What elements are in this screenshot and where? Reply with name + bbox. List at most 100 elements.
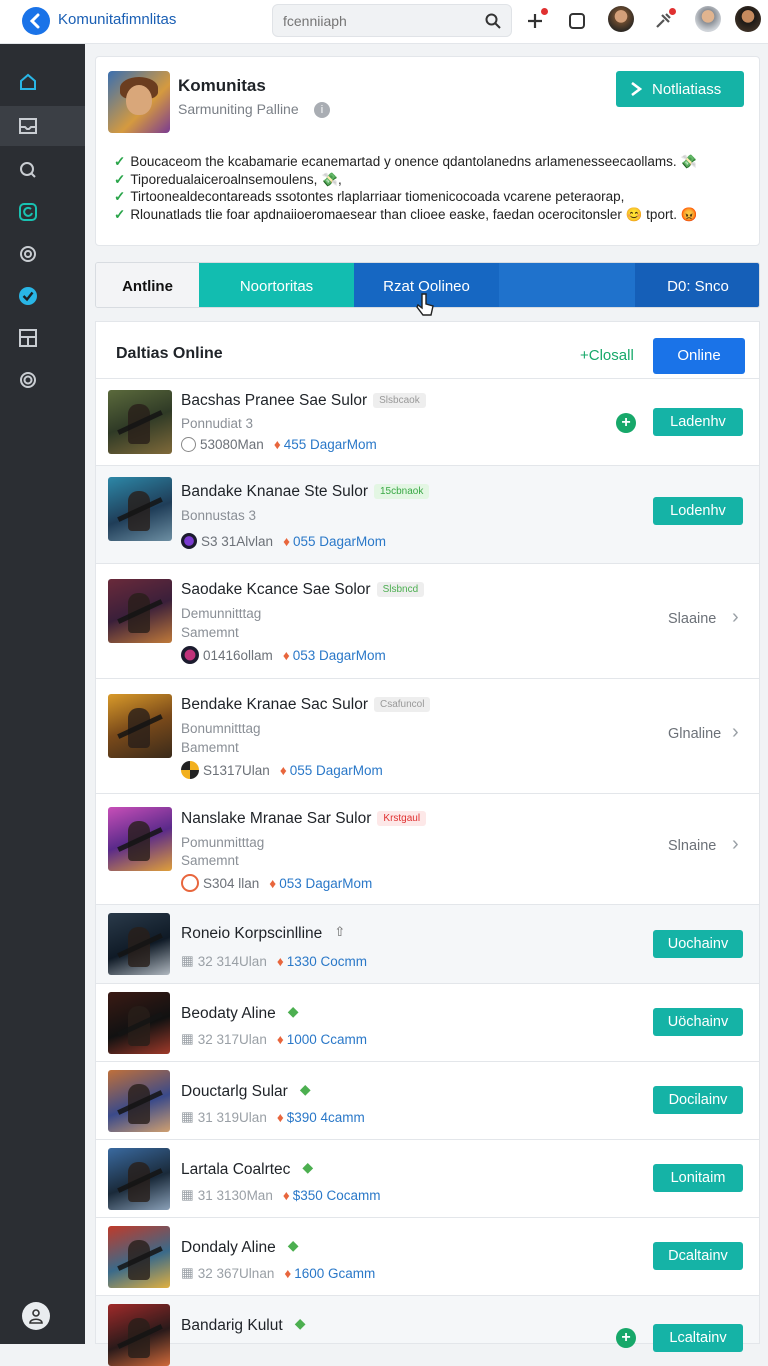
close-all-link[interactable]: +Closall bbox=[580, 347, 634, 364]
list-item[interactable]: Bandarig Kulut ◆ + Lcaltainv bbox=[95, 1295, 760, 1366]
sidebar-item-verified[interactable] bbox=[0, 276, 85, 316]
window-icon[interactable] bbox=[564, 8, 590, 34]
add-button[interactable]: + bbox=[616, 413, 636, 433]
sidebar-item-search[interactable] bbox=[0, 150, 85, 190]
tab-noortoritas[interactable]: Noortoritas bbox=[199, 263, 354, 307]
game-thumbnail bbox=[108, 913, 170, 975]
sidebar-item-home[interactable] bbox=[0, 62, 85, 102]
community-header-card: Komunitas Sarmuniting Palline i Notliati… bbox=[95, 56, 760, 246]
check-icon: ✓ bbox=[114, 189, 126, 204]
chevron-right-icon[interactable]: › bbox=[732, 606, 739, 629]
avatar[interactable] bbox=[735, 6, 761, 32]
add-icon[interactable] bbox=[522, 8, 548, 34]
item-title: Beodaty Aline bbox=[181, 1005, 276, 1022]
item-subtitle: Bonnustas 3 bbox=[181, 508, 257, 523]
back-logo-icon[interactable] bbox=[22, 7, 50, 35]
sidebar-item-grid[interactable] bbox=[0, 318, 85, 358]
item-badge: Csafuncol bbox=[373, 697, 431, 712]
fire-icon: ♦ bbox=[276, 1109, 284, 1125]
item-action-link[interactable]: Slaaine bbox=[668, 611, 716, 627]
tab-do-snco[interactable]: D0: Snco bbox=[635, 263, 759, 307]
item-action-button[interactable]: Lodenhv bbox=[653, 497, 743, 525]
fire-icon: ♦ bbox=[282, 647, 290, 663]
list-item[interactable]: Dondaly Aline ◆ ▦ 32 367Ulnan ♦ 1600 Gcamm D… bbox=[95, 1217, 760, 1296]
feature-item: ✓ Tiporedualaiceroalnsemoulens, 💸, bbox=[114, 171, 342, 187]
sidebar-item-refresh[interactable] bbox=[0, 192, 85, 232]
info-icon[interactable]: i bbox=[314, 102, 330, 118]
add-button[interactable]: + bbox=[616, 1328, 636, 1348]
building-icon: ▦ bbox=[181, 953, 194, 968]
refresh-icon bbox=[19, 203, 37, 221]
top-bar: Komunitafimnlitas bbox=[0, 0, 768, 44]
check-icon: ✓ bbox=[114, 154, 126, 169]
profile-button[interactable] bbox=[22, 1302, 50, 1330]
item-subtitle: Bonumnitttag bbox=[181, 721, 261, 736]
feature-list: ✓ Boucaceom the kcabamarie ecanemartad y … bbox=[114, 153, 714, 223]
item-action-button[interactable]: Dcaltainv bbox=[653, 1242, 743, 1270]
app-brand[interactable]: Komunitafimnlitas bbox=[58, 11, 176, 28]
item-action-button[interactable]: Lcaltainv bbox=[653, 1324, 743, 1352]
feature-item: ✓ Rlounatlads tlie foar apdnaiioeromaesea… bbox=[114, 206, 698, 222]
chevron-right-icon[interactable]: › bbox=[732, 833, 739, 856]
sidebar-item-settings[interactable] bbox=[0, 360, 85, 400]
game-thumbnail bbox=[108, 694, 172, 758]
tab-blank[interactable] bbox=[499, 263, 635, 307]
building-icon: ▦ bbox=[181, 1109, 194, 1124]
list-item[interactable]: Bacshas Pranee Sae Sulor Slsbcaok Ponnudi… bbox=[95, 378, 760, 466]
game-thumbnail bbox=[108, 579, 172, 643]
item-action-link[interactable]: Glnaline bbox=[668, 726, 721, 742]
search-box[interactable] bbox=[272, 4, 512, 37]
avatar-icon bbox=[181, 533, 197, 549]
game-thumbnail bbox=[108, 1148, 170, 1210]
notification-dot bbox=[541, 8, 548, 15]
target-icon bbox=[181, 874, 199, 892]
item-action-button[interactable]: Docilainv bbox=[653, 1086, 743, 1114]
item-title: Roneio Korpscinlline bbox=[181, 925, 323, 942]
item-action-button[interactable]: Ladenhv bbox=[653, 408, 743, 436]
sidebar-item-target[interactable] bbox=[0, 234, 85, 274]
search-input[interactable] bbox=[283, 12, 473, 30]
list-item[interactable]: Nanslake Mranae Sar Sulor Krstgaul Pomunm… bbox=[95, 793, 760, 905]
search-icon bbox=[20, 162, 36, 178]
fire-icon: ♦ bbox=[269, 875, 277, 891]
item-badge: Krstgaul bbox=[377, 811, 427, 826]
item-stat: 1000 Ccamm bbox=[286, 1031, 368, 1047]
check-icon: ✓ bbox=[114, 171, 126, 187]
avatar-icon bbox=[181, 646, 199, 664]
check-circle-icon bbox=[19, 287, 37, 305]
list-item[interactable]: Saodake Kcance Sae Solor Slsbncd Demunnit… bbox=[95, 563, 760, 679]
avatar[interactable] bbox=[695, 6, 721, 32]
building-icon: ▦ bbox=[181, 1265, 194, 1280]
item-title: Dondaly Aline bbox=[181, 1239, 276, 1256]
chevron-right-icon[interactable]: › bbox=[732, 721, 739, 744]
list-item[interactable]: Roneio Korpscinlline ⇧ ▦ 32 314Ulan ♦ 1330 C… bbox=[95, 904, 760, 984]
cursor-icon bbox=[416, 293, 434, 316]
list-header: Daltias Online +Closall Online bbox=[95, 321, 760, 379]
list-item[interactable]: Douctarlg Sular ◆ ▦ 31 319Ulan ♦ $390 4camm … bbox=[95, 1061, 760, 1140]
item-badge: Slsbcaok bbox=[373, 393, 426, 408]
fire-icon: ♦ bbox=[279, 762, 287, 778]
item-action-button[interactable]: Uochainv bbox=[653, 930, 743, 958]
sidebar-item-inbox[interactable] bbox=[0, 106, 85, 146]
avatar[interactable] bbox=[608, 6, 634, 32]
list-item[interactable]: Bendake Kranae Sac Sulor Csafuncol Bonumn… bbox=[95, 678, 760, 794]
list-item[interactable]: Lartala Coalrtec ◆ ▦ 31 3130Man ♦ $350 Cocam… bbox=[95, 1139, 760, 1218]
list-item[interactable]: Beodaty Aline ◆ ▦ 32 317Ulan ♦ 1000 Ccamm Uö… bbox=[95, 983, 760, 1062]
item-action-link[interactable]: Slnaine bbox=[668, 838, 716, 854]
list-item[interactable]: Bandake Knanae Ste Sulor 15cbnaok Bonnust… bbox=[95, 465, 760, 564]
game-thumbnail bbox=[108, 477, 172, 541]
item-action-button[interactable]: Lonitaim bbox=[653, 1164, 743, 1192]
item-badge: ⇧ bbox=[334, 924, 346, 939]
game-thumbnail bbox=[108, 390, 172, 454]
online-button[interactable]: Online bbox=[653, 338, 745, 374]
radiation-icon bbox=[181, 761, 199, 779]
search-icon[interactable] bbox=[485, 13, 501, 29]
item-action-button[interactable]: Uöchainv bbox=[653, 1008, 743, 1036]
tab-antline[interactable]: Antline bbox=[96, 263, 199, 307]
notifications-button[interactable]: Notliatiass bbox=[616, 71, 744, 107]
fire-icon: ♦ bbox=[284, 1265, 292, 1281]
item-title: Lartala Coalrtec bbox=[181, 1161, 291, 1178]
fire-icon: ♦ bbox=[276, 1031, 284, 1047]
tools-icon[interactable] bbox=[650, 8, 676, 34]
item-subtitle-2: Bamemnt bbox=[181, 740, 239, 755]
